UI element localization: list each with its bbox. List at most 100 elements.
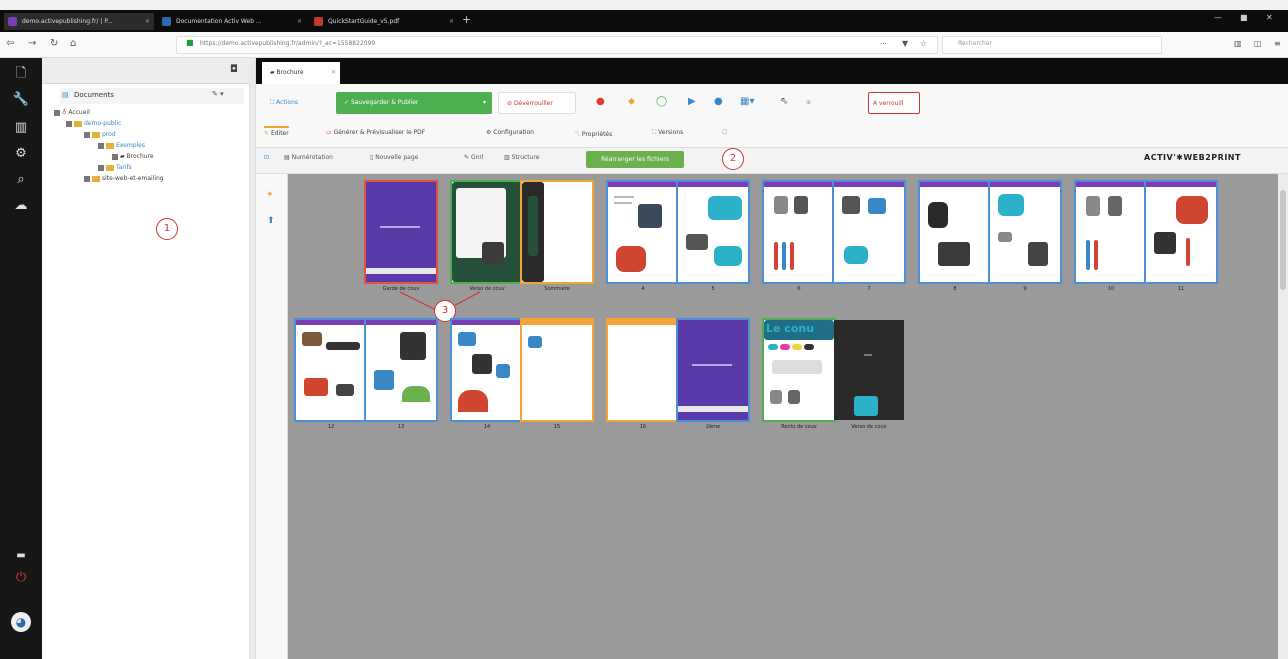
tree-title: Documents [74,91,114,99]
window-close-icon[interactable]: ✕ [1266,13,1273,22]
forward-icon[interactable]: → [28,38,36,49]
gear-icon[interactable]: ⚙ [11,144,31,164]
pdf-icon: ▭ [326,129,334,136]
cursor-icon[interactable]: ⇖ [780,96,788,107]
tag-icon[interactable]: ⬥ [628,96,635,107]
page-thumb-5[interactable] [678,182,748,282]
page-thumb-7[interactable] [834,182,904,282]
stop-icon[interactable]: ● [596,96,605,107]
back-icon[interactable]: ⇦ [6,38,14,49]
page-thumb-8[interactable] [920,182,990,282]
page-thumb-10[interactable] [1076,182,1146,282]
tree-node-tarifs[interactable]: Tarifs [98,164,132,171]
annotation-marker-1: 1 [156,218,178,240]
menu-icon[interactable]: ≡ [1274,39,1281,48]
browser-tab-2[interactable]: Documentation Activ Web ... ✕ [158,13,306,30]
sidebar-icon[interactable]: ◫ [1254,39,1262,48]
page-thumb-6[interactable] [764,182,834,282]
search-placeholder: Rechercher [958,40,992,47]
refresh-icon[interactable]: ◯ [656,96,667,107]
wrench-icon[interactable]: 🔧 [11,90,31,110]
power-icon[interactable]: ⏻ [11,568,31,588]
canvas-side-gutter [256,174,288,659]
reload-icon[interactable]: ↻ [50,38,58,49]
page-thumb-sommaire[interactable] [522,182,592,282]
tree-node-root[interactable]: ♁ Accueil [54,109,90,116]
close-icon[interactable]: ✕ [331,62,336,84]
page-label: 4 [641,286,645,292]
grid-icon[interactable]: ⊡ [264,154,269,161]
pin-icon[interactable]: ⬆ [267,216,275,226]
structure-icon: ▥ [504,154,512,161]
page-thumb-verso-cover[interactable] [452,182,522,282]
stats-icon[interactable]: ▥ [11,118,31,138]
page-thumb-14[interactable] [452,320,522,420]
save-publish-button[interactable]: ✓ Sauvegarder & Publier ▾ [336,92,492,114]
url-text: https://demo.activepublishing.fr/admin/?… [200,40,376,47]
maximize-icon[interactable]: ■ [1240,13,1248,22]
info-icon[interactable]: ● [714,96,723,107]
chevron-down-icon: ▾ [482,99,486,106]
tree-node-demo-public[interactable]: demo-public [66,120,121,127]
page-thumb-2eme[interactable] [678,320,748,420]
page-thumb-verso-cover-2[interactable] [834,320,904,420]
close-icon[interactable]: ✕ [449,13,454,30]
lock-status-badge[interactable]: A verrouill [868,92,920,114]
brand-logo: ACTIV'✱WEB2PRINT [1144,153,1241,162]
document-tab-brochure[interactable]: ▰ Brochure ✕ [262,62,340,84]
search-icon[interactable]: ⌕ [11,170,31,190]
tab-configuration[interactable]: ⚙ Configuration [486,129,534,136]
unlock-button[interactable]: ⊘ Déverrouiller [498,92,576,114]
close-icon[interactable]: ✕ [297,13,302,30]
page-thumb-11[interactable] [1146,182,1216,282]
home-icon[interactable]: ⌂ [70,38,76,49]
page-thumb-cover[interactable] [364,180,438,284]
cloud-icon[interactable]: ☁ [11,196,31,216]
browser-tab-1[interactable]: demo.activepublishing.fr/ | P... ✕ [4,13,154,30]
zoom-icon[interactable]: ⊕ [806,99,811,106]
browser-tab-3[interactable]: QuickStartGuide_v5.pdf ✕ [310,13,458,30]
play-icon[interactable]: ▶ [688,96,696,107]
page-thumb-12[interactable] [296,320,366,420]
page-label: Verso de couv [851,424,887,430]
browser-tab-label: demo.activepublishing.fr/ | P... [22,18,113,25]
checkbox-icon[interactable]: ☐ [722,129,727,136]
page-thumb-9[interactable] [990,182,1060,282]
page-thumb-recto-cover[interactable]: Le conu [764,320,834,420]
new-page-button[interactable]: ▯ Nouvelle page [370,154,418,161]
library-icon[interactable]: ▥ [1234,39,1242,48]
tab-edit[interactable]: ✎ Editer [264,126,289,137]
tree-node-site-web[interactable]: site-web-et-emailing [84,175,164,182]
screen-icon[interactable]: ▬ [11,546,31,566]
minimize-icon[interactable]: — [1214,13,1222,22]
tree-node-exemples[interactable]: Exemples [98,142,145,149]
close-icon[interactable]: ✕ [145,13,150,30]
page-label: 8 [953,286,957,292]
actions-button[interactable]: ⛶ Actions [262,92,306,114]
numbering-button[interactable]: ▤ Numérotation [284,154,333,161]
page-label: Recto de couv [781,424,817,430]
page-thumb-16[interactable] [608,320,678,420]
tab-versions[interactable]: ⛶ Versions [652,129,683,137]
page-actions-icon[interactable]: ··· [880,40,887,48]
rearrange-files-button[interactable]: Réarranger les fichiers [586,151,684,168]
calendar-icon[interactable]: ▦▾ [740,96,754,107]
tab-properties[interactable]: 〽 Propriétés [574,129,612,138]
pocket-icon[interactable]: ▼ [902,39,908,48]
check-icon: ✓ [344,99,351,106]
tab-generate-pdf[interactable]: ▭ Générer & Prévisualiser le PDF [326,129,425,136]
lightbulb-icon[interactable]: ✦ [266,190,274,200]
structure-button[interactable]: ▥ Structure [504,154,540,161]
scrollbar-thumb[interactable] [1280,190,1286,290]
tree-options-icon[interactable]: ✎ ▾ [212,90,224,98]
document-icon[interactable]: 🗋 [11,64,31,84]
collapse-panel-icon[interactable]: ◘ [230,64,238,75]
page-thumb-4[interactable] [608,182,678,282]
page-thumb-13[interactable] [366,320,436,420]
format-button[interactable]: ✎ Gnrl [464,154,484,161]
tree-node-prod[interactable]: prod [84,131,116,138]
page-thumb-15[interactable] [522,320,592,420]
bookmark-icon[interactable]: ☆ [920,39,927,48]
tree-node-brochure[interactable]: ▰ Brochure [112,153,154,160]
new-tab-button[interactable]: + [462,13,471,26]
